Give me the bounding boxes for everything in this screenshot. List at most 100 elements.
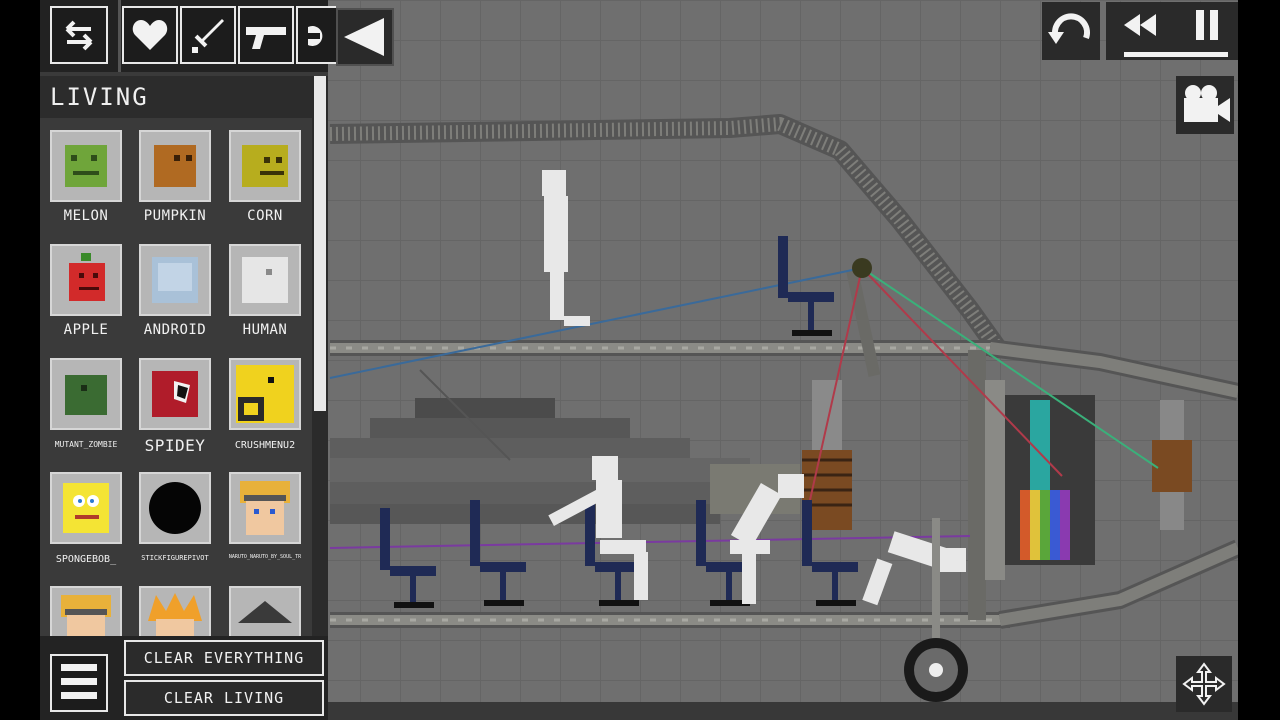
spongebob-thumbnail — [50, 472, 122, 544]
naruto-icon — [240, 481, 290, 535]
upper-deck-beam — [330, 339, 1238, 401]
spidey-thumbnail — [139, 358, 211, 430]
human-ragdoll — [862, 531, 966, 606]
item-android[interactable]: ANDROID — [130, 236, 220, 346]
move-icon — [1182, 662, 1226, 706]
android-thumbnail — [139, 244, 211, 316]
tab-melee[interactable] — [180, 6, 236, 64]
steel-beam — [329, 114, 1009, 358]
spidey-icon — [152, 371, 198, 417]
vertical-strut — [968, 350, 986, 620]
camera-icon — [1184, 85, 1230, 122]
hat-figure-thumbnail — [229, 586, 301, 636]
category-tab-bar — [40, 0, 336, 72]
swap-icon — [65, 20, 93, 51]
camera-button[interactable] — [1176, 76, 1234, 134]
engine-exhaust — [330, 398, 800, 524]
spawn-menu-panel: LIVING MELON PUMPKIN CORN APPLE ANDROID … — [40, 0, 336, 720]
naruto-variant-thumbnail — [50, 586, 122, 636]
sword-icon — [192, 19, 224, 53]
pivot-joint — [852, 258, 872, 278]
time-scale-bar — [1124, 52, 1228, 57]
undo-icon — [1048, 13, 1090, 44]
human-ragdoll — [542, 170, 590, 326]
letterbox-right — [1238, 0, 1280, 720]
letterbox-left — [0, 0, 40, 720]
tab-living[interactable] — [122, 6, 178, 64]
item-label: PUMPKIN — [143, 208, 207, 224]
explosive-icon — [306, 26, 323, 46]
item-spongebob[interactable]: SPONGEBOB_ — [41, 464, 131, 574]
item-mutant-zombie[interactable]: MUTANT_ZOMBIE — [41, 350, 131, 460]
spawn-item-grid: MELON PUMPKIN CORN APPLE ANDROID HUMAN M… — [40, 122, 312, 636]
item-hat-figure[interactable] — [220, 578, 310, 636]
zombie-icon — [65, 375, 107, 415]
tab-divider — [118, 0, 121, 72]
item-label: HUMAN — [242, 322, 288, 338]
move-tool-button[interactable] — [1176, 656, 1232, 712]
engine-block — [985, 380, 1192, 580]
item-label: SPIDEY — [144, 436, 206, 455]
apple-thumbnail — [50, 244, 122, 316]
tab-firearms[interactable] — [238, 6, 294, 64]
lower-deck-beam — [330, 539, 1238, 629]
item-spiky-hair[interactable] — [130, 578, 220, 636]
heart-icon — [132, 20, 168, 50]
support-strut — [846, 268, 881, 377]
item-stickfigurepivot[interactable]: STICKFIGUREPIVOT — [130, 464, 220, 574]
naruto-thumbnail — [229, 472, 301, 544]
crushmenu2-thumbnail — [229, 358, 301, 430]
human-icon — [242, 257, 288, 303]
human-thumbnail — [229, 244, 301, 316]
scrollbar-thumb[interactable] — [314, 76, 326, 411]
item-label: APPLE — [63, 322, 109, 338]
spiky-hair-icon — [148, 593, 202, 636]
item-naruto[interactable]: NARUTO_NARUTO_BY_SOUL_TR — [220, 464, 310, 574]
office-chair — [778, 236, 834, 336]
android-icon — [152, 257, 198, 303]
item-corn[interactable]: CORN — [220, 122, 310, 232]
stickfigure-icon — [149, 482, 201, 534]
menu-icon-line — [61, 678, 97, 685]
apple-icon — [69, 253, 105, 301]
item-human[interactable]: HUMAN — [220, 236, 310, 346]
melon-icon — [65, 145, 107, 187]
corn-icon — [242, 145, 288, 187]
spongebob-icon — [63, 483, 109, 533]
undo-button[interactable] — [1042, 2, 1100, 60]
menu-button[interactable] — [50, 654, 108, 712]
pumpkin-thumbnail — [139, 130, 211, 202]
spiky-hair-thumbnail — [139, 586, 211, 636]
collapse-arrow-icon — [344, 18, 384, 56]
corn-thumbnail — [229, 130, 301, 202]
item-melon[interactable]: MELON — [41, 122, 131, 232]
swap-button[interactable] — [50, 6, 108, 64]
gun-icon — [246, 27, 286, 49]
menu-icon — [61, 664, 97, 671]
item-label: CRUSHMENU2 — [234, 440, 296, 451]
item-naruto-variant[interactable] — [41, 578, 131, 636]
zombie-thumbnail — [50, 358, 122, 430]
item-label: MELON — [63, 208, 109, 224]
collapse-panel-button[interactable] — [336, 8, 394, 66]
clear-everything-button[interactable]: CLEAR EVERYTHING — [124, 640, 324, 676]
panel-bottom-bar: CLEAR EVERYTHING CLEAR LIVING — [40, 636, 328, 720]
item-apple[interactable]: APPLE — [41, 236, 131, 346]
clear-living-button[interactable]: CLEAR LIVING — [124, 680, 324, 716]
menu-icon-line — [61, 692, 97, 699]
item-crushmenu2[interactable]: CRUSHMENU2 — [220, 350, 310, 460]
item-spidey[interactable]: SPIDEY — [130, 350, 220, 460]
crushmenu2-icon — [236, 365, 294, 423]
item-label: MUTANT_ZOMBIE — [54, 440, 118, 449]
time-controls — [1106, 2, 1238, 60]
item-label: ANDROID — [143, 322, 207, 338]
melon-thumbnail — [50, 130, 122, 202]
item-pumpkin[interactable]: PUMPKIN — [130, 122, 220, 232]
naruto-variant-icon — [61, 595, 111, 636]
pumpkin-icon — [154, 145, 196, 187]
hat-icon — [238, 601, 292, 636]
item-label: SPONGEBOB_ — [55, 554, 117, 565]
item-label: NARUTO_NARUTO_BY_SOUL_TR — [228, 554, 302, 560]
tab-explosives[interactable] — [296, 6, 336, 64]
category-title: LIVING — [40, 76, 312, 118]
